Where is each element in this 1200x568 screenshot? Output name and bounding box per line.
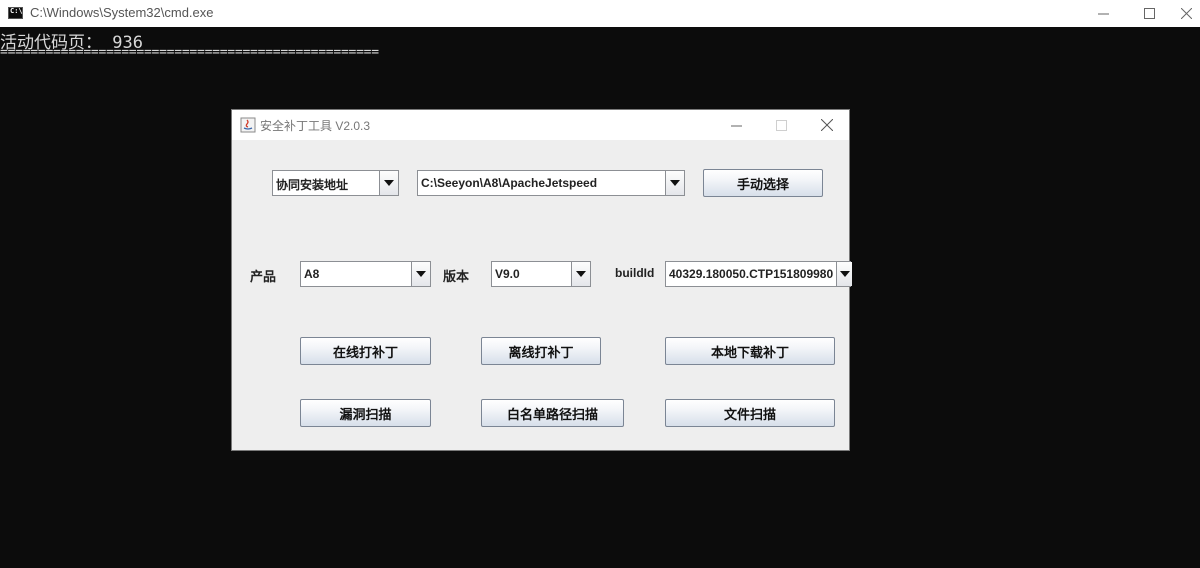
product-value: A8 [304, 267, 320, 281]
version-value: V9.0 [495, 267, 520, 281]
cmd-minimize-button[interactable] [1080, 0, 1126, 27]
cmd-maximize-button[interactable] [1126, 0, 1172, 27]
version-label: 版本 [443, 269, 470, 284]
buildid-label: buildId [615, 266, 655, 280]
dialog-minimize-button[interactable] [714, 110, 758, 140]
buildid-select[interactable]: 40329.180050.CTP151809980 [665, 261, 852, 287]
manual-select-button[interactable]: 手动选择 [703, 169, 823, 197]
maximize-icon [775, 119, 787, 131]
path-type-value: 协同安装地址 [276, 178, 349, 192]
whitelist-path-scan-button[interactable]: 白名单路径扫描 [481, 399, 624, 427]
minimize-icon [730, 125, 742, 126]
product-select[interactable]: A8 [300, 261, 431, 287]
patch-tool-dialog: 安全补丁工具 V2.0.3 协同安装地址 C:\Seeyon\A8\Apache… [231, 109, 852, 451]
dialog-close-button[interactable] [805, 110, 849, 140]
local-download-patch-button[interactable]: 本地下载补丁 [665, 337, 835, 365]
java-cup-icon [240, 117, 256, 133]
product-label: 产品 [250, 269, 277, 284]
path-type-select[interactable]: 协同安装地址 [272, 170, 399, 196]
version-select[interactable]: V9.0 [491, 261, 591, 287]
buildid-value: 40329.180050.CTP151809980 [669, 267, 834, 281]
maximize-icon [1143, 8, 1155, 19]
cmd-window-title: C:\Windows\System32\cmd.exe [30, 5, 214, 20]
dialog-maximize-button [759, 110, 803, 140]
chevron-down-icon[interactable] [571, 262, 590, 286]
install-path-select[interactable]: C:\Seeyon\A8\ApacheJetspeed [417, 170, 685, 196]
chevron-down-icon[interactable] [836, 262, 852, 286]
close-icon [821, 119, 833, 131]
cmd-titlebar: C:\. C:\Windows\System32\cmd.exe [0, 0, 1200, 27]
cmd-close-button[interactable] [1172, 0, 1200, 27]
cmd-app-icon: C:\. [8, 7, 27, 19]
chevron-down-icon[interactable] [665, 171, 684, 195]
dialog-titlebar: 安全补丁工具 V2.0.3 [232, 110, 849, 140]
dialog-title: 安全补丁工具 V2.0.3 [260, 119, 371, 133]
console-separator-line: ========================================… [0, 45, 379, 60]
chevron-down-icon[interactable] [379, 171, 398, 195]
minimize-icon [1097, 13, 1109, 15]
install-path-value: C:\Seeyon\A8\ApacheJetspeed [421, 176, 598, 190]
offline-patch-button[interactable]: 离线打补丁 [481, 337, 601, 365]
file-scan-button[interactable]: 文件扫描 [665, 399, 835, 427]
vulnerability-scan-button[interactable]: 漏洞扫描 [300, 399, 431, 427]
close-icon [1180, 8, 1192, 19]
online-patch-button[interactable]: 在线打补丁 [300, 337, 431, 365]
chevron-down-icon[interactable] [411, 262, 430, 286]
